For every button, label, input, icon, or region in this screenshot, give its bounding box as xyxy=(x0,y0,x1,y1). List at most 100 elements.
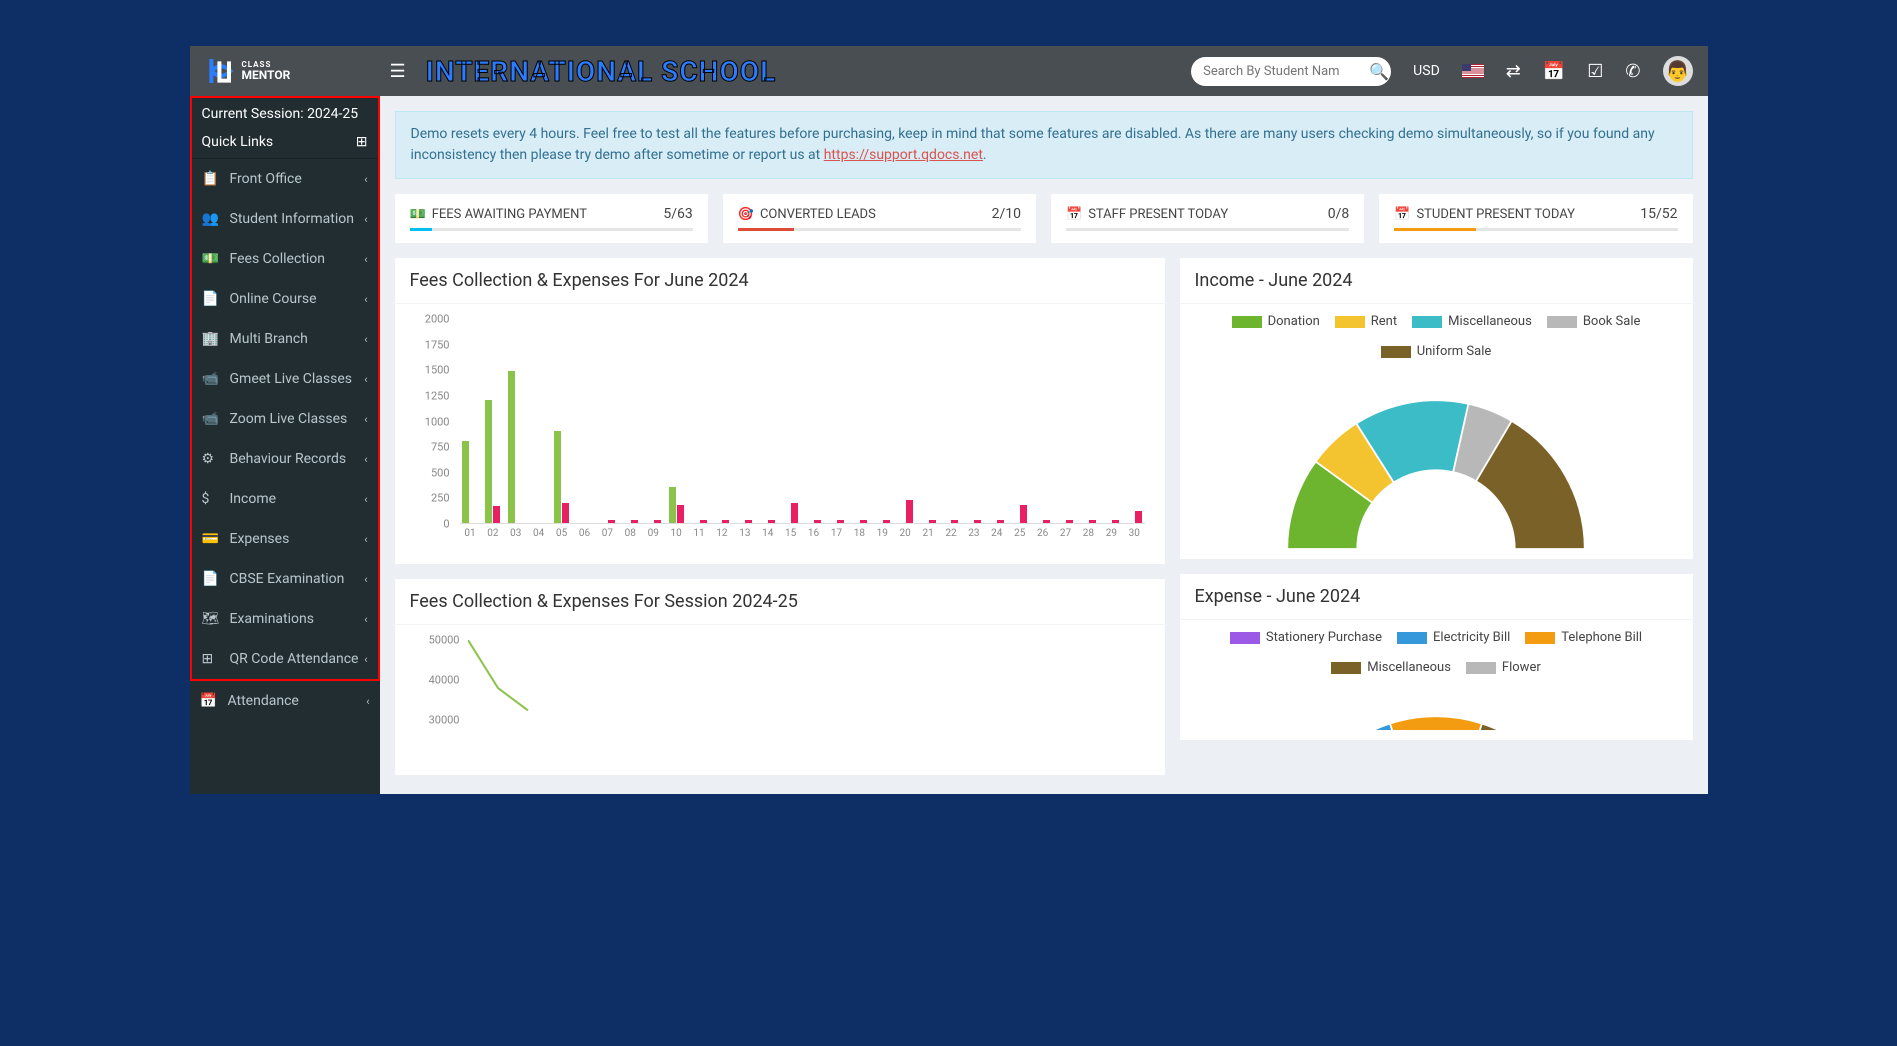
stat-box: 💵FEES AWAITING PAYMENT5/63 xyxy=(395,194,708,243)
sidebar-item-online-course[interactable]: 📄Online Course‹ xyxy=(192,279,378,319)
stat-value: 0/8 xyxy=(1328,206,1350,222)
sidebar: Current Session: 2024-25 Quick Links ⊞ 📋… xyxy=(190,96,380,794)
quick-links[interactable]: Quick Links ⊞ xyxy=(192,130,378,159)
sidebar-item-zoom-live-classes[interactable]: 📹Zoom Live Classes‹ xyxy=(192,399,378,439)
stats-row: 💵FEES AWAITING PAYMENT5/63🎯CONVERTED LEA… xyxy=(395,194,1693,243)
bar-chart: 025050075010001250150017502000 010203040… xyxy=(410,319,1150,549)
bar xyxy=(485,400,492,523)
whatsapp-icon[interactable]: ✆ xyxy=(1625,61,1640,82)
legend-swatch xyxy=(1331,662,1361,674)
legend-label: Telephone Bill xyxy=(1561,630,1642,645)
legend-item: Telephone Bill xyxy=(1525,630,1642,645)
legend-label: Electricity Bill xyxy=(1433,630,1510,645)
header-right: 🔍 USD ⇄ 📅 ☑ ✆ 👨 xyxy=(1191,56,1692,86)
bar-group: 18 xyxy=(849,319,870,523)
sidebar-item-multi-branch[interactable]: 🏢Multi Branch‹ xyxy=(192,319,378,359)
stat-icon: 💵 xyxy=(410,207,426,222)
legend-swatch xyxy=(1466,662,1496,674)
calendar-icon[interactable]: 📅 xyxy=(1543,61,1565,82)
legend-item: Uniform Sale xyxy=(1381,344,1492,359)
search-input[interactable] xyxy=(1203,64,1369,79)
expense-donut xyxy=(1261,690,1611,730)
sidebar-item-front-office[interactable]: 📋Front Office‹ xyxy=(192,159,378,199)
sidebar-item-qr-code-attendance[interactable]: ⊞QR Code Attendance‹ xyxy=(192,639,378,679)
bar xyxy=(669,487,676,523)
sidebar-item-income[interactable]: $Income‹ xyxy=(192,479,378,519)
legend-swatch xyxy=(1230,632,1260,644)
progress-bar xyxy=(738,228,1021,231)
notice-text2: . xyxy=(983,147,987,163)
bar-group: 23 xyxy=(963,319,984,523)
menu-icon: 📹 xyxy=(202,371,222,387)
fees-session-panel: Fees Collection & Expenses For Session 2… xyxy=(395,579,1165,775)
expense-panel: Expense - June 2024 Stationery PurchaseE… xyxy=(1180,574,1693,740)
bar xyxy=(745,520,752,523)
legend-item: Donation xyxy=(1232,314,1320,329)
grid-icon: ⊞ xyxy=(356,134,368,150)
stat-value: 2/10 xyxy=(992,206,1021,222)
bar-group: 05 xyxy=(551,319,572,523)
menu-icon: ⊞ xyxy=(202,651,222,667)
bar xyxy=(860,520,867,523)
legend-label: Rent xyxy=(1371,314,1397,329)
currency-label[interactable]: USD xyxy=(1413,63,1440,79)
flag-icon[interactable] xyxy=(1462,64,1484,78)
sidebar-item-examinations[interactable]: 🗺Examinations‹ xyxy=(192,599,378,639)
menu-label: Attendance xyxy=(228,693,299,709)
menu-icon: ⚙ xyxy=(202,451,222,467)
menu-icon: 📄 xyxy=(202,571,222,587)
bar-group: 08 xyxy=(620,319,641,523)
sidebar-item-student-information[interactable]: 👥Student Information‹ xyxy=(192,199,378,239)
menu-label: Multi Branch xyxy=(230,331,308,347)
menu-icon: 📅 xyxy=(200,693,220,709)
bar-group: 26 xyxy=(1032,319,1053,523)
sidebar-item-behaviour-records[interactable]: ⚙Behaviour Records‹ xyxy=(192,439,378,479)
stat-value: 5/63 xyxy=(663,206,692,222)
legend-swatch xyxy=(1525,632,1555,644)
chevron-left-icon: ‹ xyxy=(364,653,367,666)
legend-item: Miscellaneous xyxy=(1331,660,1451,675)
sidebar-item-cbse-examination[interactable]: 📄CBSE Examination‹ xyxy=(192,559,378,599)
bar xyxy=(508,371,515,523)
menu-label: Gmeet Live Classes xyxy=(230,371,352,387)
legend-label: Miscellaneous xyxy=(1367,660,1451,675)
swap-icon[interactable]: ⇄ xyxy=(1506,61,1521,82)
legend-label: Donation xyxy=(1268,314,1320,329)
sidebar-item-gmeet-live-classes[interactable]: 📹Gmeet Live Classes‹ xyxy=(192,359,378,399)
chevron-left-icon: ‹ xyxy=(364,613,367,626)
bar-group: 04 xyxy=(528,319,549,523)
progress-bar xyxy=(410,228,693,231)
search-icon[interactable]: 🔍 xyxy=(1369,62,1389,81)
main-content: Demo resets every 4 hours. Feel free to … xyxy=(380,96,1708,790)
legend-label: Book Sale xyxy=(1583,314,1641,329)
bar-group: 28 xyxy=(1078,319,1099,523)
sidebar-item-fees-collection[interactable]: 💵Fees Collection‹ xyxy=(192,239,378,279)
bar xyxy=(1089,520,1096,523)
legend-swatch xyxy=(1547,316,1577,328)
check-icon[interactable]: ☑ xyxy=(1587,61,1603,82)
bar-group: 07 xyxy=(597,319,618,523)
menu-icon: 🗺 xyxy=(202,611,222,627)
bar-group: 15 xyxy=(780,319,801,523)
sidebar-item-expenses[interactable]: 💳Expenses‹ xyxy=(192,519,378,559)
menu-label: Zoom Live Classes xyxy=(230,411,348,427)
legend-swatch xyxy=(1397,632,1427,644)
stat-label: 📅STUDENT PRESENT TODAY xyxy=(1394,207,1575,222)
menu-label: Behaviour Records xyxy=(230,451,347,467)
legend-item: Electricity Bill xyxy=(1397,630,1510,645)
avatar[interactable]: 👨 xyxy=(1663,56,1693,86)
hamburger-icon[interactable]: ☰ xyxy=(390,61,406,82)
legend-item: Miscellaneous xyxy=(1412,314,1532,329)
bar xyxy=(974,520,981,523)
bar xyxy=(554,431,561,523)
bar xyxy=(791,503,798,524)
menu-icon: 📋 xyxy=(202,171,222,187)
sidebar-item-attendance[interactable]: 📅Attendance‹ xyxy=(190,681,380,721)
bar xyxy=(1020,505,1027,523)
bar xyxy=(814,520,821,523)
bar-group: 02 xyxy=(482,319,503,523)
notice-link[interactable]: https://support.qdocs.net xyxy=(824,147,983,163)
session-label: Current Session: 2024-25 xyxy=(192,98,378,130)
app-window: CLASSMENTOR ☰ INTERNATIONAL SCHOOL 🔍 USD… xyxy=(190,46,1708,794)
bar xyxy=(768,520,775,523)
